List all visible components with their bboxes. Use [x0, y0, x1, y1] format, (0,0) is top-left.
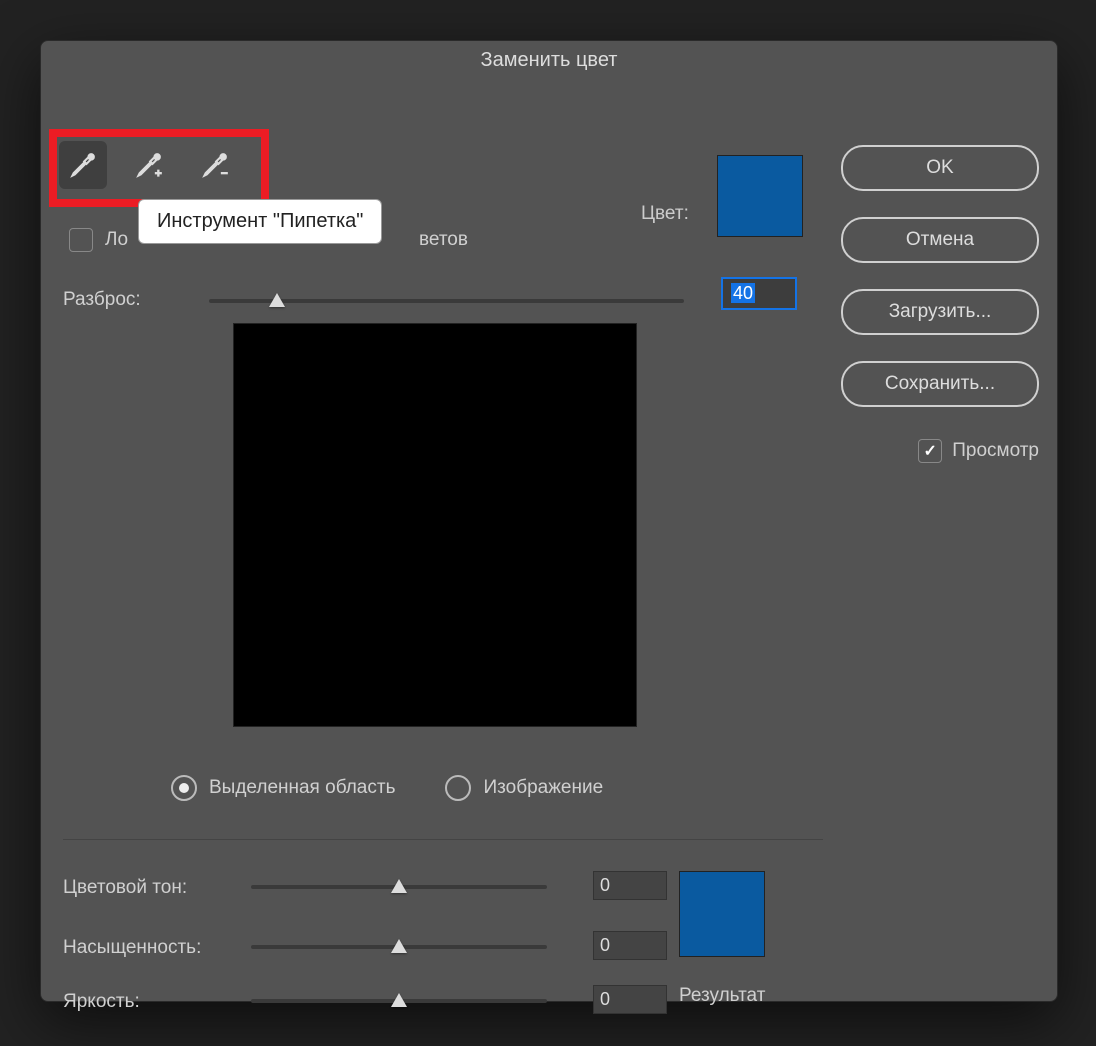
localized-colors-checkbox[interactable]: [69, 228, 93, 252]
localized-colors-label-right: ветов: [419, 229, 468, 251]
separator: [63, 839, 823, 840]
radio-dot-icon: [445, 775, 471, 801]
radio-selection[interactable]: Выделенная область: [171, 775, 395, 801]
lightness-label: Яркость:: [63, 991, 140, 1013]
slider-thumb-icon: [391, 879, 407, 893]
dialog-title: Заменить цвет: [41, 41, 1057, 79]
eyedropper-add-icon: [135, 151, 163, 179]
localized-colors-label-left: Ло: [105, 229, 128, 251]
eyedropper-icon: [69, 151, 97, 179]
slider-thumb-icon: [391, 993, 407, 1007]
saturation-slider[interactable]: [251, 945, 547, 949]
preview-label: Просмотр: [952, 440, 1039, 462]
hue-input[interactable]: 0: [593, 871, 667, 900]
save-button[interactable]: Сохранить...: [841, 361, 1039, 407]
fuzziness-slider[interactable]: [209, 299, 684, 303]
eyedropper-tool[interactable]: [59, 141, 107, 189]
ok-button[interactable]: OK: [841, 145, 1039, 191]
replace-color-dialog: Заменить цвет Инструмент "Пипетка" Ло xx…: [40, 40, 1058, 1002]
eyedropper-add-tool[interactable]: [125, 141, 173, 189]
radio-image[interactable]: Изображение: [445, 775, 603, 801]
saturation-input[interactable]: 0: [593, 931, 667, 960]
eyedropper-tooltip: Инструмент "Пипетка": [138, 199, 382, 244]
result-color-swatch[interactable]: [679, 871, 765, 957]
slider-thumb-icon: [269, 293, 285, 307]
preview-checkbox[interactable]: [918, 439, 942, 463]
radio-dot-icon: [171, 775, 197, 801]
fuzziness-input[interactable]: 40: [721, 277, 797, 310]
cancel-button[interactable]: Отмена: [841, 217, 1039, 263]
eyedropper-subtract-tool[interactable]: [191, 141, 239, 189]
hue-slider[interactable]: [251, 885, 547, 889]
source-color-swatch[interactable]: [717, 155, 803, 237]
lightness-slider[interactable]: [251, 999, 547, 1003]
selection-preview: [233, 323, 637, 727]
eyedropper-subtract-icon: [201, 151, 229, 179]
hue-label: Цветовой тон:: [63, 877, 187, 899]
load-button[interactable]: Загрузить...: [841, 289, 1039, 335]
radio-image-label: Изображение: [483, 777, 603, 799]
radio-selection-label: Выделенная область: [209, 777, 395, 799]
fuzziness-label: Разброс:: [63, 289, 141, 311]
saturation-label: Насыщенность:: [63, 937, 201, 959]
result-label: Результат: [679, 985, 765, 1007]
source-color-label: Цвет:: [641, 203, 689, 225]
lightness-input[interactable]: 0: [593, 985, 667, 1014]
slider-thumb-icon: [391, 939, 407, 953]
